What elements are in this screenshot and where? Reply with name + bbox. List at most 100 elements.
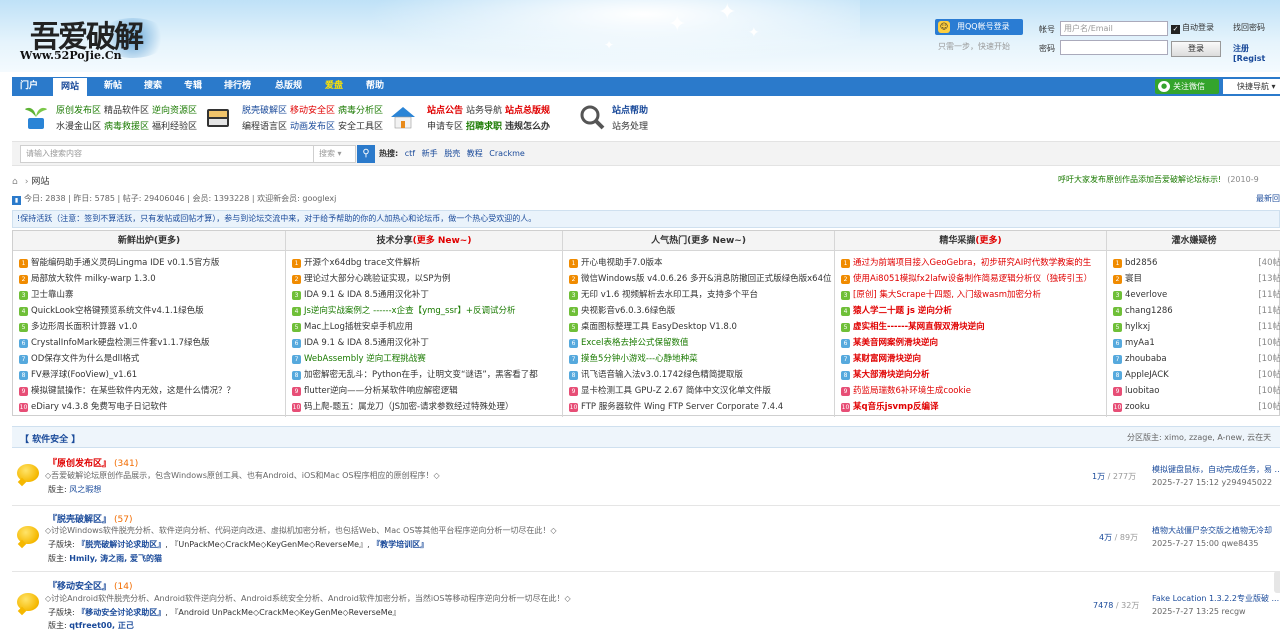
list-item[interactable]: 4 央视影音v6.0.3.6绿色版 (569, 303, 834, 319)
last-post-link[interactable]: Fake Location 1.3.2.2专业版破 ... (1152, 593, 1280, 604)
forum-title[interactable]: 『移动安全区』 (14) (48, 579, 133, 592)
forum-title[interactable]: 『原创发布区』 (341) (48, 456, 138, 469)
nav-item-help[interactable]: 帮助 (366, 77, 384, 96)
list-item[interactable]: 6 Excel表格去掉公式保留数值 (569, 335, 834, 351)
nav-item-new-posts[interactable]: 新帖 (104, 77, 122, 96)
list-item[interactable]: 6 某美音网案例滑块逆向 (841, 335, 1106, 351)
subnav-link[interactable]: 水漫金山区 (56, 122, 101, 132)
site-notice[interactable]: 呼吁大家发布原创作品添加吾爱破解论坛标示! (2010-9 (1058, 174, 1259, 185)
list-item[interactable]: 2 理论过大部分心跳验证实现，以SP为例 (292, 271, 562, 287)
nav-item-portal[interactable]: 门户 (20, 77, 38, 96)
nav-item-site[interactable]: 网站 (52, 77, 89, 96)
list-item[interactable]: 2 微信Windows版 v4.0.6.26 多开&消息防撤回正式版绿色版x64位 (569, 271, 834, 287)
hot-keyword[interactable]: 新手 (422, 149, 438, 158)
subnav-link[interactable]: 病毒救援区 (104, 122, 149, 132)
subnav-link[interactable]: 站点帮助 (612, 106, 648, 116)
hot-keyword[interactable]: ctf (405, 149, 415, 158)
list-item[interactable]: 5 Mac上Log插桩安卓手机应用 (292, 319, 562, 335)
subnav-link[interactable]: 站务导航 (466, 106, 502, 116)
search-scope-select[interactable]: 搜索 ▾ (314, 145, 356, 163)
list-item[interactable]: 3 [原创] 集大Scrape十四题, 入门级wasm加密分析 (841, 287, 1106, 303)
list-item[interactable]: 10 FTP 服务器软件 Wing FTP Server Corporate 7.… (569, 399, 834, 415)
breadcrumb-item[interactable]: 网站 (31, 177, 49, 187)
subnav-link[interactable]: 站务处理 (612, 122, 648, 132)
subnav-link[interactable]: 脱壳破解区 (242, 106, 287, 116)
list-item[interactable]: 5 虚实相生------某网直假双滑块逆向 (841, 319, 1106, 335)
list-item[interactable]: 4 Js逆向实战案例之 ------x企查【ymg_ssr】+反调试分析 (292, 303, 562, 319)
subforum-link[interactable]: 『Android UnPackMe◇CrackMe◇KeyGenMe◇Rever… (170, 608, 400, 617)
list-item[interactable]: 7 OD保存文件为什么是dll格式 (19, 351, 285, 367)
subnav-link[interactable]: 站点公告 (427, 106, 463, 116)
list-item[interactable]: 6 CrystalInfoMark硬盘检测三件套v1.1.7绿色版 (19, 335, 285, 351)
nav-item-ranking[interactable]: 排行榜 (224, 77, 251, 96)
list-item[interactable]: 7 WebAssembly 逆向工程挑战赛 (292, 351, 562, 367)
list-item[interactable]: 4 猿人学二十题 js 逆向分析 (841, 303, 1106, 319)
subnav-link[interactable]: 站点总版规 (505, 106, 550, 116)
list-item[interactable]: 9 模拟键鼠操作：在某些软件内无效，这是什么情况？？ (19, 383, 285, 399)
forum-title[interactable]: 『脱壳破解区』 (57) (48, 512, 133, 525)
subforum-link[interactable]: 『移动安全讨论求助区』 (77, 608, 165, 617)
list-item[interactable]: 1 bd2856 [40帖 (1113, 255, 1280, 271)
list-item[interactable]: 5 多边形周长面积计算器 v1.0 (19, 319, 285, 335)
hot-keyword[interactable]: Crackme (489, 149, 525, 158)
moderator-link[interactable]: Hmily, 涛之雨, 爱飞的猫 (69, 554, 162, 563)
wechat-follow-button[interactable]: ● 关注微信 (1155, 79, 1219, 94)
subnav-link[interactable]: 违规怎么办 (505, 122, 550, 132)
moderator-link[interactable]: qtfreet00, 正己 (69, 621, 134, 630)
subforum-link[interactable]: 『脱壳破解讨论求助区』 (77, 540, 165, 549)
quick-nav-dropdown[interactable]: 快捷导航 ▾ (1223, 79, 1280, 94)
hot-keyword[interactable]: 教程 (467, 149, 483, 158)
list-item[interactable]: 2 寰目 [13帖 (1113, 271, 1280, 287)
list-item[interactable]: 1 开心电视助手7.0版本 (569, 255, 834, 271)
search-input[interactable]: 请输入搜索内容 (20, 145, 314, 163)
list-item[interactable]: 1 开源个x64dbg trace文件解析 (292, 255, 562, 271)
list-item[interactable]: 3 4everlove [11帖 (1113, 287, 1280, 303)
list-item[interactable]: 1 智能编码助手通义灵码Lingma IDE v0.1.5官方版 (19, 255, 285, 271)
list-item[interactable]: 9 luobitao [10帖 (1113, 383, 1280, 399)
password-input[interactable] (1060, 40, 1168, 55)
list-item[interactable]: 10 某q音乐jsvmp反编译 (841, 399, 1106, 415)
subnav-link[interactable]: 精品软件区 (104, 106, 149, 116)
subnav-link[interactable]: 逆向资源区 (152, 106, 197, 116)
hot-keyword[interactable]: 脱壳 (444, 149, 460, 158)
list-item[interactable]: 5 hylkxj [11帖 (1113, 319, 1280, 335)
nav-item-search[interactable]: 搜索 (144, 77, 162, 96)
list-item[interactable]: 7 摸鱼5分钟小游戏---心静地种菜 (569, 351, 834, 367)
col-more-link[interactable]: (更多 New~) (413, 236, 472, 246)
last-post-link[interactable]: 植物大战僵尸杂交版之植物无冷却 (1152, 525, 1280, 536)
list-item[interactable]: 2 使用Ai8051模拟fx2lafw设备制作简易逻辑分析仪（独砖引玉） (841, 271, 1106, 287)
subnav-link[interactable]: 招聘求职 (466, 122, 502, 132)
search-button[interactable]: ⚲ (357, 145, 375, 163)
nav-item-aipan[interactable]: 爱盘 (325, 77, 343, 96)
site-logo[interactable]: 吾爱破解 Www.52PoJie.Cn (20, 12, 170, 67)
col-more-link[interactable]: (更多) (154, 236, 180, 246)
section-title[interactable]: 【 软件安全 】 (20, 432, 80, 445)
list-item[interactable]: 3 IDA 9.1 & IDA 8.5通用汉化补丁 (292, 287, 562, 303)
list-item[interactable]: 6 myAa1 [10帖 (1113, 335, 1280, 351)
list-item[interactable]: 2 局部放大软件 milky-warp 1.3.0 (19, 271, 285, 287)
list-item[interactable]: 1 通过为前端项目接入GeoGebra，初步研究AI时代数学教案的生 (841, 255, 1106, 271)
subnav-link[interactable]: 原创发布区 (56, 106, 101, 116)
list-item[interactable]: 8 AppleJACK [10帖 (1113, 367, 1280, 383)
subnav-link[interactable]: 移动安全区 (290, 106, 335, 116)
list-item[interactable]: 4 QuickLook空格键预览系统文件v4.1.1绿色版 (19, 303, 285, 319)
login-button[interactable]: 登录 (1171, 41, 1221, 57)
qq-login-button[interactable]: ☺ 用QQ帐号登录 (935, 19, 1023, 35)
list-item[interactable]: 8 某大部滑块逆向分析 (841, 367, 1106, 383)
subforum-link[interactable]: 『UnPackMe◇CrackMe◇KeyGenMe◇ReverseMe』 (170, 540, 367, 549)
list-item[interactable]: 8 加密解密无乱斗：Python在手，让明文变“谜语”，黑客看了都 (292, 367, 562, 383)
list-item[interactable]: 4 chang1286 [11帖 (1113, 303, 1280, 319)
last-post-link[interactable]: 模拟键盘鼠标，自动完成任务，易 ... (1152, 464, 1280, 475)
list-item[interactable]: 3 无印 v1.6 视频解析去水印工具，支持多个平台 (569, 287, 834, 303)
moderator-link[interactable]: 风之暇想 (69, 485, 101, 494)
subnav-link[interactable]: 动画发布区 (290, 122, 335, 132)
col-more-link[interactable]: (更多 New~) (687, 236, 746, 246)
list-item[interactable]: 10 eDiary v4.3.8 免费写电子日记软件 (19, 399, 285, 415)
subnav-link[interactable]: 病毒分析区 (338, 106, 383, 116)
list-item[interactable]: 7 某财富网滑块逆向 (841, 351, 1106, 367)
subnav-link[interactable]: 安全工具区 (338, 122, 383, 132)
list-item[interactable]: 9 显卡检测工具 GPU-Z 2.67 简体中文汉化单文件版 (569, 383, 834, 399)
subnav-link[interactable]: 福利经验区 (152, 122, 197, 132)
nav-item-rules[interactable]: 总版规 (275, 77, 302, 96)
list-item[interactable]: 10 码上爬-题五：属龙刀（JS加密-请求参数经过特殊处理） (292, 399, 562, 415)
